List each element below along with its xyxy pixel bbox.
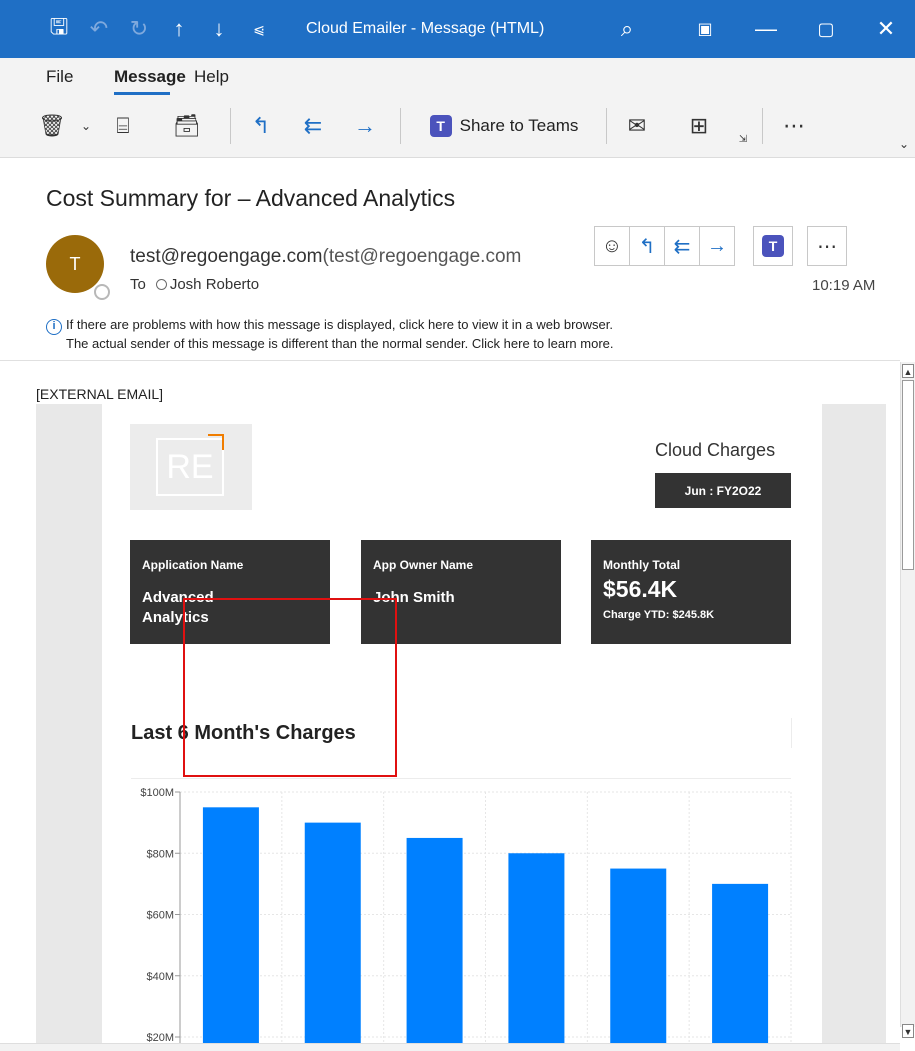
menu-help[interactable]: Help <box>194 67 229 87</box>
external-email-tag: [EXTERNAL EMAIL] <box>36 386 164 402</box>
ribbon-collapse-icon[interactable]: ⌄ <box>896 126 912 162</box>
teams-icon: T <box>762 235 784 257</box>
minimize-icon[interactable]: — <box>746 10 786 48</box>
dialog-launcher-icon[interactable]: ⇲ <box>736 132 750 146</box>
message-subject: Cost Summary for – Advanced Analytics <box>46 185 456 211</box>
ytd-value: Charge YTD: $245.8K <box>603 609 715 621</box>
apps-icon[interactable]: ⊞ <box>674 108 724 144</box>
mail-icon[interactable]: ✉ <box>620 108 654 144</box>
reaction-icon[interactable]: ☺ <box>594 226 630 266</box>
delete-icon[interactable]: 🗑 <box>38 108 66 144</box>
ribbon-separator <box>762 108 763 144</box>
more-options-icon[interactable]: ⋯ <box>776 108 812 144</box>
chart-bar <box>508 853 565 1045</box>
charges-bar-chart: $100M$80M$60M$40M$20M <box>140 787 792 1045</box>
sender-address: (test@regoengage.com <box>322 246 522 267</box>
down-arrow-icon[interactable]: ↓ <box>202 12 236 46</box>
menu-message[interactable]: Message <box>114 67 186 87</box>
avatar-initial: T <box>69 253 81 274</box>
reply-icon[interactable]: ↰ <box>629 226 665 266</box>
share-to-teams-button[interactable]: T Share to Teams <box>414 108 594 144</box>
avatar: T <box>46 235 104 293</box>
company-logo: RE <box>130 424 252 510</box>
move-icon[interactable]: 🗃 <box>162 108 212 144</box>
reading-pane-divider <box>0 360 900 361</box>
archive-icon[interactable]: ⌸ <box>108 108 138 144</box>
scroll-up-icon[interactable]: ▲ <box>902 364 914 378</box>
total-value: $56.4K <box>603 576 678 602</box>
ribbon: 🗑 ⌄ ⌸ 🗃 ↰ ⇇ → T Share to Teams ✉ ⊞ ⇲ ⋯ ⌄ <box>0 100 915 158</box>
presence-status-icon <box>94 284 110 300</box>
info-line-2[interactable]: The actual sender of this message is dif… <box>46 335 614 353</box>
recipient-name[interactable]: Josh Roberto <box>170 276 259 293</box>
total-card: Monthly Total $56.4K Charge YTD: $245.8K <box>591 540 791 644</box>
ribbon-separator <box>400 108 401 144</box>
maximize-icon[interactable]: ▢ <box>806 10 846 48</box>
application-label: Application Name <box>142 558 244 572</box>
window-title: Cloud Emailer - Message (HTML) <box>306 20 545 37</box>
info-line-1[interactable]: If there are problems with how this mess… <box>66 317 613 332</box>
delete-dropdown-icon[interactable]: ⌄ <box>76 108 96 144</box>
total-label: Monthly Total <box>603 558 681 572</box>
to-label: To <box>130 276 146 293</box>
sender[interactable]: test@regoengage.com(test@regoengage.com <box>130 246 521 268</box>
y-tick-label: $100M <box>140 787 174 799</box>
highlight-box <box>183 598 397 777</box>
active-tab-indicator <box>114 92 170 95</box>
chart-divider <box>131 778 791 779</box>
forward-icon[interactable]: → <box>348 108 382 144</box>
message-time: 10:19 AM <box>812 277 876 294</box>
chart-bar <box>712 883 769 1045</box>
report-title: Cloud Charges <box>655 440 776 460</box>
actions-gap <box>735 226 753 266</box>
close-icon[interactable]: ✕ <box>866 10 906 48</box>
share-to-teams-label: Share to Teams <box>459 116 579 135</box>
chart-bar <box>202 807 259 1045</box>
menu-file[interactable]: File <box>46 67 73 87</box>
title-bar: 🖫 ↶ ↻ ↑ ↓ ⩿ Cloud Emailer - Message (HTM… <box>0 0 915 58</box>
chart-divider <box>791 718 792 748</box>
save-icon[interactable]: 🖫 <box>42 12 76 46</box>
menu-bar: File Message Help <box>0 58 915 100</box>
y-tick-label: $80M <box>146 848 174 860</box>
owner-value: John Smith <box>373 589 455 606</box>
info-icon: i <box>46 319 62 335</box>
ribbon-separator <box>230 108 231 144</box>
actions-gap <box>793 226 807 266</box>
chart-bar <box>304 822 361 1045</box>
scroll-down-icon[interactable]: ▼ <box>902 1024 914 1038</box>
ribbon-separator <box>606 108 607 144</box>
reply-icon[interactable]: ↰ <box>244 108 278 144</box>
chart-bar <box>610 868 667 1045</box>
horizontal-scrollbar[interactable] <box>0 1043 900 1051</box>
window-mode-icon[interactable]: ▣ <box>688 12 722 46</box>
search-icon[interactable]: ⌕ <box>610 12 644 46</box>
owner-label: App Owner Name <box>373 558 474 572</box>
logo-accent <box>208 434 224 450</box>
more-actions-icon[interactable]: ⋯ <box>807 226 847 266</box>
chart-bar <box>406 837 463 1045</box>
y-tick-label: $60M <box>146 910 174 922</box>
y-tick-label: $40M <box>146 971 174 983</box>
sender-name: test@regoengage.com <box>130 246 323 267</box>
recipient-presence-icon <box>155 279 167 290</box>
period-badge: Jun : FY2O22 <box>655 473 791 508</box>
up-arrow-icon[interactable]: ↑ <box>162 12 196 46</box>
undo-icon[interactable]: ↶ <box>82 12 116 46</box>
redo-icon[interactable]: ↻ <box>122 12 156 46</box>
customize-icon[interactable]: ⩿ <box>242 12 276 46</box>
message-actions: ☺ ↰ ⇇ → T ⋯ <box>594 226 847 266</box>
recipients: To Josh Roberto <box>130 276 259 293</box>
scroll-thumb[interactable] <box>902 380 914 570</box>
teams-chat-button[interactable]: T <box>753 226 793 266</box>
message-info-bar[interactable]: i If there are problems with how this mes… <box>46 316 614 353</box>
forward-icon[interactable]: → <box>699 226 735 266</box>
reply-all-icon[interactable]: ⇇ <box>296 108 330 144</box>
teams-icon: T <box>429 115 452 137</box>
reply-all-icon[interactable]: ⇇ <box>664 226 700 266</box>
